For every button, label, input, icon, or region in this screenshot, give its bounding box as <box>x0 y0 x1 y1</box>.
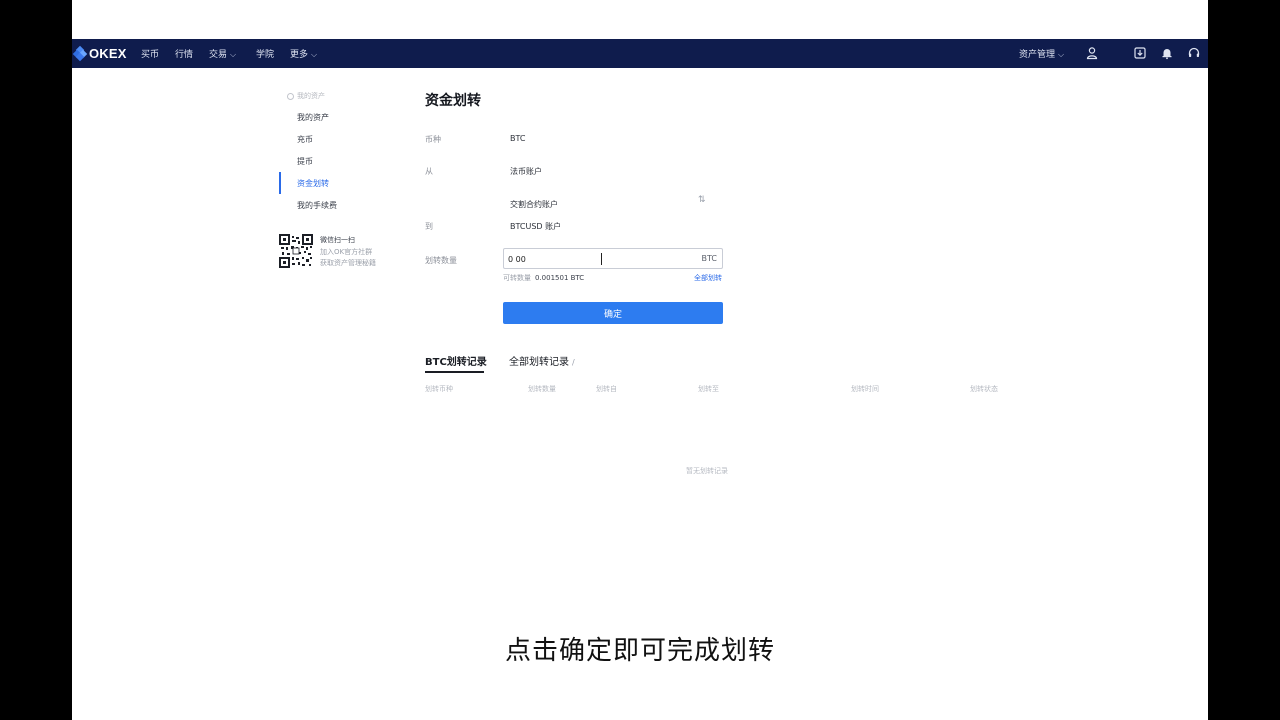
amount-label: 划转数量 <box>425 256 457 265</box>
nav-item-buy-coin[interactable]: 买币 <box>141 47 159 60</box>
logo-text: OKEX <box>89 46 127 61</box>
qr-line-1: 加入OK官方社群 <box>320 248 373 256</box>
tab-active-underline <box>425 371 484 373</box>
clock-icon <box>287 92 294 100</box>
column-header: 划转至 <box>698 385 719 393</box>
sidebar-item-fund-transfer[interactable]: 资金划转 <box>297 178 329 189</box>
chevron-down-icon: ⌵ <box>1058 50 1065 59</box>
column-header: 划转币种 <box>425 385 453 393</box>
column-header: 划转自 <box>596 385 617 393</box>
qr-title: 微信扫一扫 <box>320 236 355 244</box>
okex-logo[interactable]: OKEX <box>72 45 127 62</box>
currency-select[interactable]: BTC <box>510 134 526 143</box>
video-caption: 点击确定即可完成划转 <box>504 636 775 666</box>
sidebar-item-deposit[interactable]: 充币 <box>297 134 313 145</box>
empty-records-message: 暂无划转记录 <box>686 467 728 475</box>
okex-logo-icon <box>72 45 88 62</box>
to-label: 到 <box>425 222 433 231</box>
tab-btc-transfer-records[interactable]: BTC划转记录 <box>425 353 487 368</box>
info-icon: / <box>572 358 575 367</box>
top-navbar: OKEX 买币 行情 交易 ⌵ 学院 更多 ⌵ 资产管理 ⌵ <box>72 39 1208 68</box>
nav-item-more[interactable]: 更多 ⌵ <box>290 47 317 60</box>
bell-icon[interactable] <box>1160 46 1174 60</box>
app-screen: OKEX 买币 行情 交易 ⌵ 学院 更多 ⌵ 资产管理 ⌵ 我的资产 我的资产… <box>72 0 1208 720</box>
amount-unit: BTC <box>701 254 718 263</box>
to-account-select[interactable]: BTCUSD 账户 <box>510 221 561 232</box>
amount-field[interactable]: BTC <box>503 248 723 269</box>
text-cursor-icon <box>601 253 602 265</box>
confirm-button[interactable]: 确定 <box>503 302 723 324</box>
sidebar-active-indicator <box>279 172 281 194</box>
nav-item-market[interactable]: 行情 <box>175 47 193 60</box>
column-header: 划转时间 <box>851 385 879 393</box>
qr-line-2: 获取资产管理秘籍 <box>320 259 376 267</box>
available-amount: 可转数量 0.001501 BTC <box>503 273 584 283</box>
nav-item-academy[interactable]: 学院 <box>256 47 274 60</box>
column-header: 划转状态 <box>970 385 998 393</box>
currency-label: 币种 <box>425 135 441 144</box>
available-label: 可转数量 <box>503 274 531 282</box>
available-value: 0.001501 BTC <box>535 274 585 282</box>
wechat-qr-code <box>279 234 313 268</box>
headset-icon[interactable] <box>1187 46 1201 60</box>
from-label: 从 <box>425 167 433 176</box>
amount-input[interactable] <box>508 252 658 266</box>
chevron-down-icon: ⌵ <box>311 50 318 59</box>
swap-icon[interactable]: ⇅ <box>698 195 706 205</box>
sidebar-item-my-fees[interactable]: 我的手续费 <box>297 200 337 211</box>
sidebar-section-header: 我的资产 <box>287 91 325 101</box>
nav-asset-management[interactable]: 资产管理 ⌵ <box>1019 47 1064 60</box>
sidebar-item-my-assets[interactable]: 我的资产 <box>297 112 329 123</box>
download-icon[interactable] <box>1133 46 1147 60</box>
sidebar-item-withdraw[interactable]: 提币 <box>297 156 313 167</box>
from-account-select[interactable]: 法币账户 <box>510 166 542 177</box>
page-title: 资金划转 <box>425 93 481 109</box>
user-icon[interactable] <box>1085 46 1099 60</box>
column-header: 划转数量 <box>528 385 556 393</box>
tab-all-transfer-records[interactable]: 全部划转记录 / <box>509 353 575 368</box>
chevron-down-icon: ⌵ <box>230 50 237 59</box>
transfer-all-link[interactable]: 全部划转 <box>694 273 722 283</box>
nav-item-trade[interactable]: 交易 ⌵ <box>209 47 236 60</box>
middle-account-select[interactable]: 交割合约账户 <box>510 199 558 210</box>
